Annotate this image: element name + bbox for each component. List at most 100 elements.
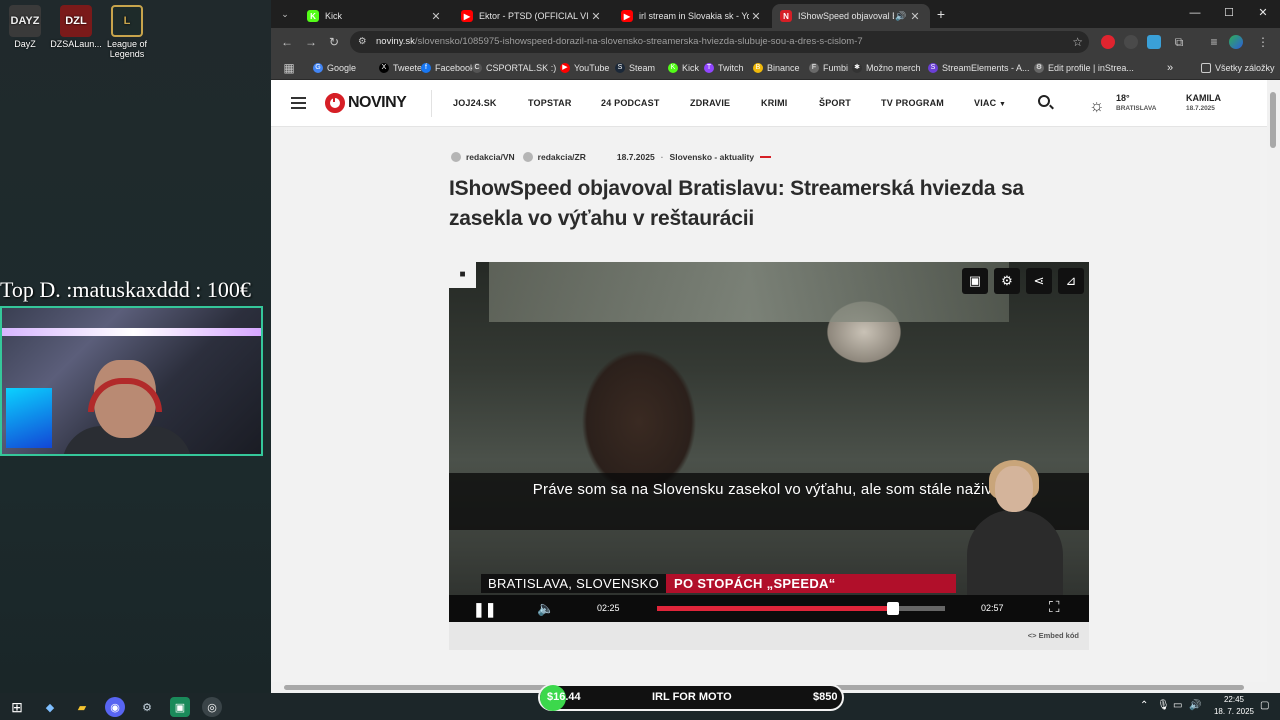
bookmark-item[interactable]: S StreamElements - A... [928,60,1030,76]
pause-icon[interactable]: ❚❚ [473,601,496,618]
file-explorer-icon[interactable]: ▰ [72,697,92,717]
media-controls-icon[interactable]: ≡ [1206,34,1222,50]
all-bookmarks-folder[interactable]: Všetky záložky [1201,60,1275,76]
picture-in-picture-icon[interactable]: ▣ [962,268,988,294]
desktop-icon-label: League of Legends [106,39,148,59]
bookmark-item[interactable]: ⚙ Edit profile | inStrea... [1034,60,1134,76]
tab-youtube-ektor[interactable]: ▶ Ektor - PTSD (OFFICIAL VIDEO) ✕ [453,4,611,28]
tab-youtube-irl[interactable]: ▶ irl stream in Slovakia sk - YouTu ✕ [613,4,771,28]
nav-viac[interactable]: VIAC ▼ [974,98,1006,108]
article-category-link[interactable]: Slovensko - aktuality [670,152,755,162]
search-icon[interactable] [1038,95,1050,107]
chrome-icon[interactable]: ◎ [202,697,222,717]
forward-icon[interactable]: → [303,34,319,50]
close-icon[interactable]: ✕ [908,10,922,23]
menu-kebab-icon[interactable]: ⋮ [1255,34,1271,50]
search-app-icon[interactable]: ◆ [40,697,60,717]
reload-icon[interactable]: ↻ [326,34,342,50]
bookmark-item[interactable]: S Steam [615,60,655,76]
network-icon[interactable]: ▭ [1173,700,1182,711]
bookmark-favicon-icon: ▶ [560,63,570,73]
address-bar[interactable]: ⚙ noviny.sk/slovensko/1085975-ishowspeed… [350,31,1089,53]
windows-start-icon[interactable]: ⊞ [7,697,27,717]
author-link[interactable]: redakcia/ZR [538,152,586,162]
nav-sport[interactable]: ŠPORT [819,98,851,108]
bookmark-label: Twitch [718,63,744,73]
nav-krimi[interactable]: KRIMI [761,98,788,108]
vertical-scrollbar[interactable] [1267,80,1280,693]
embed-code-button[interactable]: <> Embed kód [1028,631,1079,640]
dayz-icon: DAYZ [9,5,41,37]
nav-zdravie[interactable]: ZDRAVIE [690,98,730,108]
author-link[interactable]: redakcia/VN [466,152,515,162]
bookmark-item[interactable]: T Twitch [704,60,744,76]
hamburger-menu-icon[interactable] [291,97,306,112]
share-icon[interactable]: ⋖ [1026,268,1052,294]
minimize-button[interactable]: — [1178,0,1212,28]
maximize-button[interactable]: ☐ [1212,0,1246,28]
bookmark-item[interactable]: ✱ Možno merch [852,60,921,76]
close-icon[interactable]: ✕ [749,10,763,23]
discord-icon[interactable]: ◉ [105,697,125,717]
nav-24-podcast[interactable]: 24 PODCAST [601,98,660,108]
webcam-overlay [0,306,263,456]
clock-time[interactable]: 22:45 [1212,695,1256,704]
close-icon[interactable]: ✕ [429,10,443,23]
desktop-icon-league[interactable]: L League of Legends [97,5,157,59]
nav-tv-program[interactable]: TV PROGRAM [881,98,944,108]
notifications-icon[interactable]: ▢ [1260,700,1269,711]
apps-grid-icon[interactable]: ▦ [281,60,297,76]
bookmark-star-icon[interactable]: ☆ [1072,31,1083,53]
bookmark-label: StreamElements - A... [942,63,1030,73]
divider [431,90,432,117]
goal-target: $850 [813,691,838,703]
bookmark-item[interactable]: B Binance [753,60,800,76]
volume-icon[interactable]: 🔈 [537,600,554,617]
nav-joj24[interactable]: JOJ24.SK [453,98,497,108]
donation-goal-overlay: $16.44 IRL FOR MOTO $850 [538,684,844,711]
bookmark-item[interactable]: f Facebook [421,60,475,76]
site-info-icon[interactable]: ⚙ [358,31,367,53]
cast-icon[interactable]: ⊿ [1058,268,1084,294]
extensions-puzzle-icon[interactable]: ⧉ [1171,34,1187,50]
bookmarks-bar: ▦ G Google X Tweeter f Facebook C CSPORTAL.SK :… [271,56,1280,80]
extension-red-icon[interactable] [1101,35,1115,49]
tray-overflow-icon[interactable]: ⌃ [1140,700,1148,711]
profile-avatar-icon[interactable] [1229,35,1243,49]
lower-third-location: BRATISLAVA, SLOVENSKO [481,574,667,593]
settings-gear-icon[interactable]: ⚙ [994,268,1020,294]
tab-noviny-active[interactable]: N IShowSpeed objavoval Brati 🔊 ✕ [772,4,930,28]
tab-kick[interactable]: K Kick ✕ [299,4,451,28]
article-meta: redakcia/VN redakcia/ZR 18.7.2025 · Slov… [451,151,772,163]
back-icon[interactable]: ← [279,34,295,50]
app-green-icon[interactable]: ▣ [170,697,190,717]
bookmarks-overflow-icon[interactable]: » [1167,60,1173,76]
steam-icon[interactable]: ⚙ [137,697,157,717]
new-tab-button[interactable]: + [933,6,949,22]
nav-topstar[interactable]: TOPSTAR [528,98,572,108]
clock-date[interactable]: 18. 7. 2025 [1206,707,1262,716]
video-player[interactable]: ■ ▣ ⚙ ⋖ ⊿ Práve som sa na Slovensku zase… [449,262,1089,622]
bookmark-item[interactable]: X Tweeter [379,60,425,76]
extension-icon[interactable] [1124,35,1138,49]
bookmark-item[interactable]: K Kick [668,60,699,76]
microphone-icon[interactable]: 🎙 [1157,700,1170,711]
sun-weather-icon: ☼ [1089,96,1105,115]
extension-blue-icon[interactable] [1147,35,1161,49]
close-icon[interactable]: ✕ [589,10,603,23]
seek-handle[interactable] [886,602,899,615]
tab-search-chevron-icon[interactable]: ⌄ [277,6,293,22]
tab-title: Ektor - PTSD (OFFICIAL VIDEO) [479,11,589,21]
bookmark-item[interactable]: F Fumbi [809,60,848,76]
page-viewport: NOVINY JOJ24.SK TOPSTAR 24 PODCAST ZDRAV… [271,80,1267,682]
noviny-logo[interactable]: NOVINY [325,93,407,113]
seek-bar[interactable] [657,602,945,615]
fullscreen-icon[interactable]: ⛶ [1049,599,1060,616]
bookmark-item[interactable]: ▶ YouTube [560,60,609,76]
close-window-button[interactable]: ✕ [1246,0,1280,28]
speaker-icon[interactable]: 🔊 [1189,700,1201,711]
speaker-icon[interactable]: 🔊 [894,11,908,22]
car-window [489,262,1009,322]
bookmark-item[interactable]: C CSPORTAL.SK :) [472,60,556,76]
bookmark-item[interactable]: G Google [313,60,356,76]
